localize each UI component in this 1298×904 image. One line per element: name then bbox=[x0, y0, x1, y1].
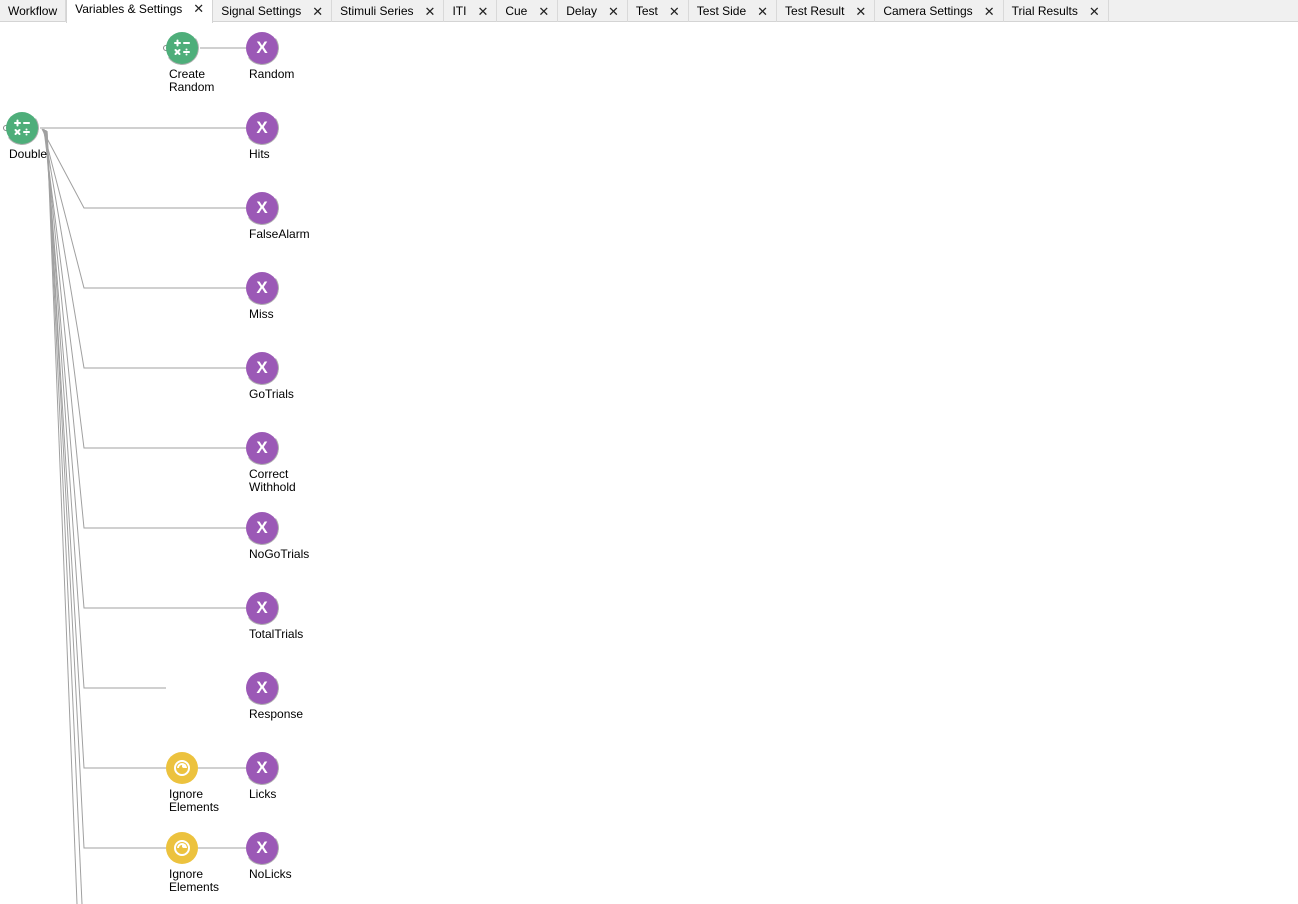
wire bbox=[44, 129, 246, 609]
node-label: Hits bbox=[249, 147, 270, 161]
variable-node-nolicks[interactable]: X bbox=[246, 832, 278, 864]
tab-test[interactable]: Test ✕ bbox=[628, 0, 689, 22]
node-label: Licks bbox=[249, 787, 277, 801]
variable-icon: X bbox=[256, 358, 268, 377]
wire bbox=[46, 130, 166, 849]
close-icon[interactable]: ✕ bbox=[669, 5, 680, 18]
double-node[interactable] bbox=[6, 112, 38, 144]
close-icon[interactable]: ✕ bbox=[855, 5, 866, 18]
ignore-elements-icon bbox=[174, 840, 190, 856]
node-label: FalseAlarm bbox=[249, 227, 310, 241]
tab-label: Test bbox=[635, 4, 658, 18]
close-icon[interactable]: ✕ bbox=[477, 5, 488, 18]
tab-label: Signal Settings bbox=[221, 4, 302, 18]
node-label: Random bbox=[249, 67, 295, 81]
wire bbox=[45, 129, 166, 689]
node-label: Create Random bbox=[169, 67, 215, 94]
variable-icon: X bbox=[256, 758, 268, 777]
variable-icon: X bbox=[256, 118, 268, 137]
tab-label: Trial Results bbox=[1011, 4, 1078, 18]
node-label: NoGoTrials bbox=[249, 547, 310, 561]
tab-label: Camera Settings bbox=[883, 4, 973, 18]
variable-icon: X bbox=[256, 198, 268, 217]
tab-delay[interactable]: Delay ✕ bbox=[558, 0, 628, 22]
wire bbox=[45, 130, 166, 769]
variable-node-totaltrials[interactable]: X bbox=[246, 592, 278, 624]
node-label: Correct Withhold bbox=[249, 467, 296, 494]
variable-node-licks[interactable]: X bbox=[246, 752, 278, 784]
tab-iti[interactable]: ITI ✕ bbox=[444, 0, 498, 22]
close-icon[interactable]: ✕ bbox=[193, 2, 204, 15]
variable-icon: X bbox=[256, 678, 268, 697]
tab-label: Cue bbox=[505, 4, 528, 18]
tab-variables-settings[interactable]: Variables & Settings ✕ bbox=[66, 0, 214, 23]
variable-node-correct-withhold[interactable]: X bbox=[246, 432, 278, 464]
ignore-elements-node[interactable] bbox=[166, 832, 198, 864]
variable-icon: X bbox=[256, 38, 268, 57]
wire bbox=[41, 128, 246, 209]
close-icon[interactable]: ✕ bbox=[1089, 5, 1100, 18]
node-label: Ignore Elements bbox=[169, 787, 220, 814]
node-label: Miss bbox=[249, 307, 274, 321]
calculator-icon bbox=[14, 119, 30, 136]
close-icon[interactable]: ✕ bbox=[608, 5, 619, 18]
ignore-elements-icon bbox=[174, 760, 190, 776]
variable-node-falsealarm[interactable]: X bbox=[246, 192, 278, 224]
ignore-elements-node[interactable] bbox=[166, 752, 198, 784]
close-icon[interactable]: ✕ bbox=[425, 5, 436, 18]
variable-icon: X bbox=[256, 598, 268, 617]
tab-label: Stimuli Series bbox=[340, 4, 414, 18]
tab-stimuli-series[interactable]: Stimuli Series ✕ bbox=[332, 0, 445, 22]
node-label: Ignore Elements bbox=[169, 867, 220, 894]
wire bbox=[43, 129, 246, 449]
node-label: NoLicks bbox=[249, 867, 292, 881]
close-icon[interactable]: ✕ bbox=[312, 5, 323, 18]
close-icon[interactable]: ✕ bbox=[984, 5, 995, 18]
workflow-canvas[interactable]: Create Random Double X Random X Hits X F… bbox=[0, 23, 1298, 904]
variable-node-random[interactable]: X bbox=[246, 32, 278, 64]
node-label: TotalTrials bbox=[249, 627, 304, 641]
tab-label: ITI bbox=[452, 4, 467, 18]
tab-test-side[interactable]: Test Side ✕ bbox=[689, 0, 778, 22]
variable-node-hits[interactable]: X bbox=[246, 112, 278, 144]
node-label: Response bbox=[249, 707, 304, 721]
wire bbox=[44, 129, 246, 529]
tab-workflow[interactable]: Workflow bbox=[0, 0, 67, 22]
tab-test-result[interactable]: Test Result ✕ bbox=[777, 0, 876, 22]
tab-label: Workflow bbox=[8, 4, 58, 18]
tab-cue[interactable]: Cue ✕ bbox=[497, 0, 559, 22]
close-icon[interactable]: ✕ bbox=[757, 5, 768, 18]
variable-icon: X bbox=[256, 518, 268, 537]
node-label: GoTrials bbox=[249, 387, 294, 401]
document-tab-bar: Workflow Variables & Settings ✕ Signal S… bbox=[0, 0, 1298, 23]
variable-node-nogotrials[interactable]: X bbox=[246, 512, 278, 544]
tab-trial-results[interactable]: Trial Results ✕ bbox=[1004, 0, 1109, 22]
close-icon[interactable]: ✕ bbox=[538, 5, 549, 18]
tab-signal-settings[interactable]: Signal Settings ✕ bbox=[213, 0, 333, 22]
variable-icon: X bbox=[256, 438, 268, 457]
tab-label: Delay bbox=[566, 4, 597, 18]
variable-node-miss[interactable]: X bbox=[246, 272, 278, 304]
variable-node-gotrials[interactable]: X bbox=[246, 352, 278, 384]
variable-node-response[interactable]: X bbox=[246, 672, 278, 704]
tab-label: Test Result bbox=[785, 4, 845, 18]
tab-label: Test Side bbox=[696, 4, 747, 18]
variable-icon: X bbox=[256, 278, 268, 297]
tab-label: Variables & Settings bbox=[75, 2, 183, 16]
create-random-node[interactable] bbox=[166, 32, 198, 64]
tab-camera-settings[interactable]: Camera Settings ✕ bbox=[875, 0, 1004, 22]
calculator-icon bbox=[174, 39, 190, 56]
node-label: Double bbox=[9, 147, 48, 161]
variable-icon: X bbox=[256, 838, 268, 857]
